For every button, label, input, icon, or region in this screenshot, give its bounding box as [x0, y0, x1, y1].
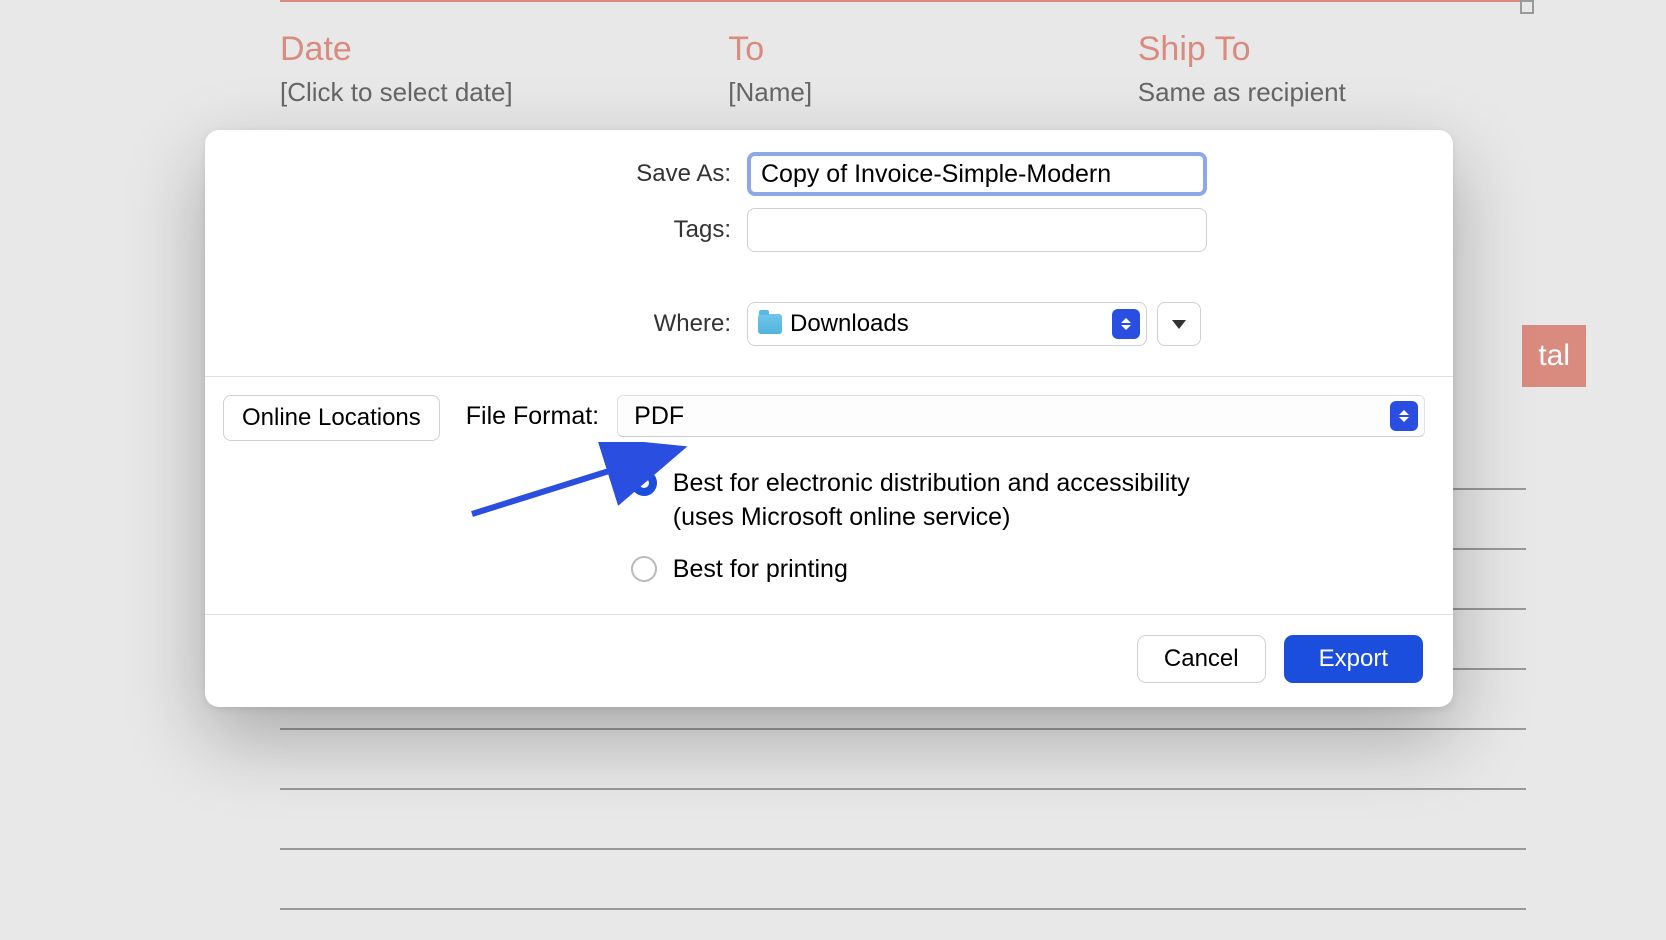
- table-row-line: [280, 848, 1526, 850]
- tags-input[interactable]: [747, 208, 1207, 252]
- select-stepper-icon: [1390, 401, 1418, 431]
- to-heading: To: [728, 30, 1077, 69]
- where-location-select[interactable]: Downloads: [747, 302, 1147, 346]
- save-as-input[interactable]: [747, 152, 1207, 196]
- radio-checked-icon: [631, 470, 657, 496]
- date-placeholder: [Click to select date]: [280, 77, 668, 108]
- shipto-value: Same as recipient: [1138, 77, 1526, 108]
- tags-label: Tags:: [441, 216, 731, 244]
- total-label-badge: tal: [1522, 325, 1586, 387]
- where-label: Where:: [441, 310, 731, 338]
- radio-best-for-printing[interactable]: Best for printing: [631, 553, 1425, 587]
- save-as-label: Save As:: [441, 160, 731, 188]
- radio-printing-label: Best for printing: [673, 553, 848, 587]
- select-stepper-icon: [1112, 309, 1140, 339]
- to-placeholder: [Name]: [728, 77, 1077, 108]
- chevron-down-icon: [1172, 320, 1186, 329]
- file-format-value: PDF: [634, 402, 684, 431]
- radio-electronic-line2: (uses Microsoft online service): [673, 503, 1011, 531]
- export-button[interactable]: Export: [1284, 635, 1423, 683]
- where-value: Downloads: [790, 310, 909, 338]
- table-row-line: [280, 728, 1526, 730]
- date-heading: Date: [280, 30, 668, 69]
- folder-icon: [758, 314, 782, 334]
- table-row-line: [280, 788, 1526, 790]
- expand-browse-button[interactable]: [1157, 302, 1201, 346]
- online-locations-button[interactable]: Online Locations: [223, 395, 440, 441]
- radio-unchecked-icon: [631, 556, 657, 582]
- table-row-line: [280, 908, 1526, 910]
- radio-electronic-distribution[interactable]: Best for electronic distribution and acc…: [631, 467, 1425, 535]
- radio-electronic-line1: Best for electronic distribution and acc…: [673, 469, 1190, 497]
- file-format-select[interactable]: PDF: [617, 395, 1425, 437]
- cancel-button[interactable]: Cancel: [1137, 635, 1266, 683]
- table-resize-handle: [1520, 0, 1534, 14]
- save-export-dialog: Save As: Tags: Where: Downloads: [205, 130, 1453, 707]
- top-horizontal-rule: [280, 0, 1526, 2]
- shipto-heading: Ship To: [1138, 30, 1526, 69]
- file-format-label: File Format:: [466, 402, 599, 431]
